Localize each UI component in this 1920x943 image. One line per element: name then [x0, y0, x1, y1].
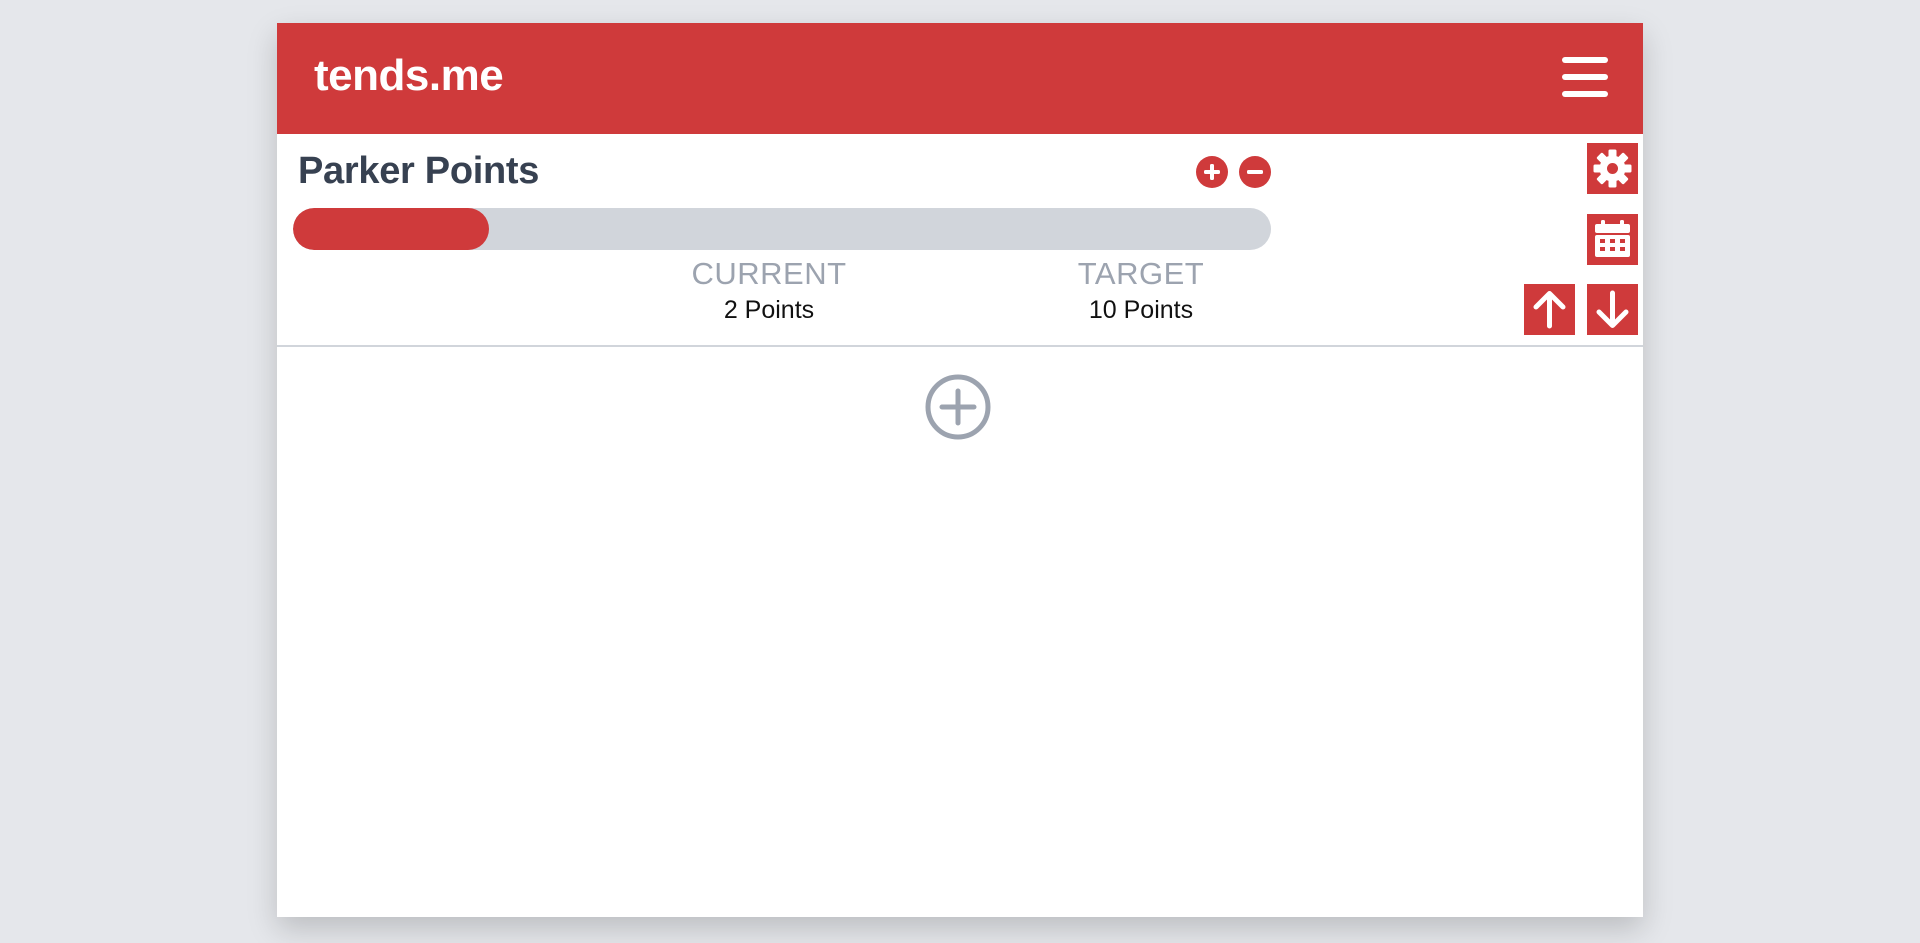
current-label: CURRENT: [691, 256, 847, 291]
settings-button[interactable]: [1587, 143, 1638, 194]
top-bar: tends.me: [277, 23, 1643, 134]
target-label: TARGET: [1077, 256, 1205, 291]
target-stat: TARGET 10 Points: [1031, 255, 1251, 326]
plus-circle-outline-icon: [925, 374, 991, 440]
calendar-button[interactable]: [1587, 214, 1638, 265]
current-stat: CURRENT 2 Points: [659, 255, 879, 326]
goal-title[interactable]: Parker Points: [298, 148, 539, 194]
current-value: 2 Points: [723, 296, 815, 324]
progress-bar-fill: [293, 208, 489, 250]
app-window: tends.me Parker Points CURRENT 2 Points: [277, 23, 1643, 917]
calendar-icon: [1595, 220, 1630, 257]
minus-circle-icon: [1247, 170, 1263, 174]
increment-button[interactable]: [1196, 156, 1228, 188]
add-goal-button[interactable]: [924, 373, 992, 441]
plus-circle-icon: [1204, 164, 1220, 180]
goal-card: Parker Points CURRENT 2 Points TARGET 10…: [277, 134, 1643, 347]
gear-icon: [1593, 149, 1632, 188]
move-up-button[interactable]: [1524, 284, 1575, 335]
arrow-down-icon: [1596, 290, 1629, 328]
target-value: 10 Points: [1088, 296, 1194, 324]
progress-bar: [293, 208, 1271, 250]
arrow-up-icon: [1533, 291, 1566, 329]
move-down-button[interactable]: [1587, 284, 1638, 335]
decrement-button[interactable]: [1239, 156, 1271, 188]
brand-logo[interactable]: tends.me: [314, 51, 504, 101]
hamburger-menu-icon[interactable]: [1562, 57, 1608, 97]
